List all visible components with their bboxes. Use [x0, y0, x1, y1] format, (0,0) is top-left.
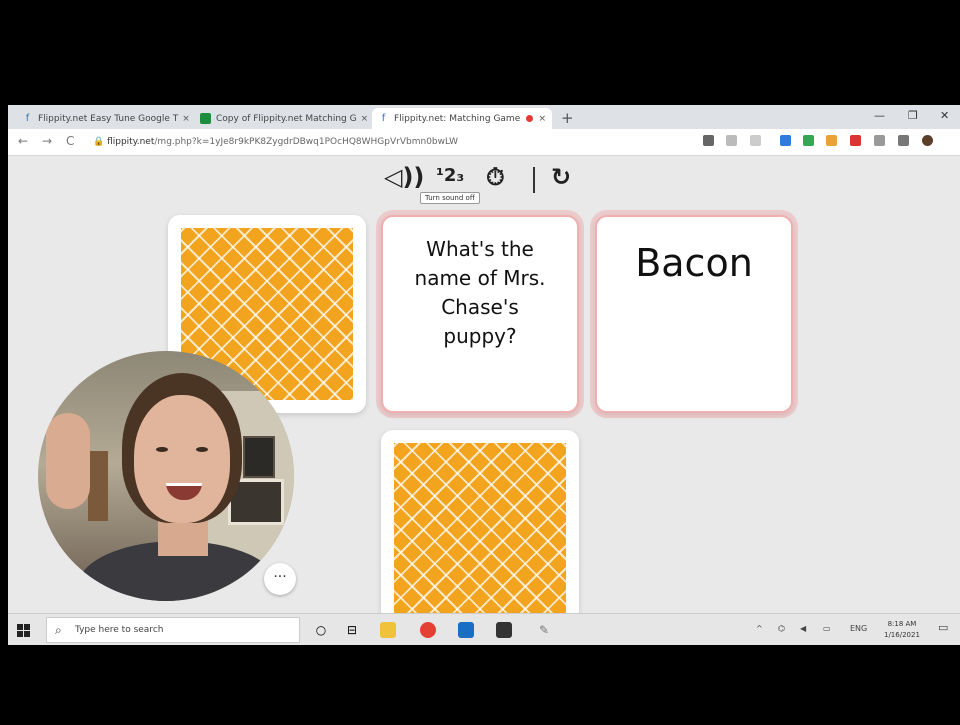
browser-toolbar: ← → C 🔒 flippity.net/mg.php?k=1yJe8r9kPK…: [8, 129, 960, 156]
tab-title: Copy of Flippity.net Matching G: [216, 113, 357, 124]
taskbar-clock[interactable]: 8:18 AM 1/16/2021: [884, 619, 920, 641]
show-numbers-icon[interactable]: ¹2₃: [436, 165, 464, 186]
restart-icon[interactable]: ↻: [551, 163, 571, 191]
close-tab-icon[interactable]: ×: [178, 114, 190, 124]
volume-icon[interactable]: ◀: [800, 624, 806, 633]
extension-icon[interactable]: [780, 135, 791, 146]
tray-chevron-icon[interactable]: ^: [756, 624, 763, 633]
extension-icon[interactable]: [850, 135, 861, 146]
search-placeholder: Type here to search: [75, 625, 164, 635]
file-explorer-icon[interactable]: [380, 622, 396, 638]
display-icon[interactable]: ▭: [823, 624, 831, 633]
lock-icon: 🔒: [93, 137, 108, 147]
url-host: flippity.net: [107, 137, 155, 147]
bookmark-star-icon[interactable]: [750, 135, 761, 146]
flippity-favicon-icon: f: [25, 113, 30, 124]
network-icon[interactable]: ⌬: [778, 624, 785, 633]
tab-title: Flippity.net: Matching Game: [394, 113, 521, 124]
address-bar[interactable]: 🔒 flippity.net/mg.php?k=1yJe8r9kPK8Zygdr…: [93, 133, 693, 151]
card-face-down[interactable]: [381, 430, 579, 628]
picture-frame: [243, 436, 275, 478]
url-path: /mg.php?k=1yJe8r9kPK8ZygdrDBwq1POcHQ8WHG…: [154, 137, 459, 147]
toolbar-divider: [533, 167, 535, 193]
notifications-icon[interactable]: ▭: [938, 621, 948, 634]
tooltip: Turn sound off: [420, 192, 480, 204]
taskbar-search-input[interactable]: ⌕ Type here to search: [46, 617, 300, 643]
presenter-eye: [156, 447, 168, 452]
extension-icon[interactable]: [803, 135, 814, 146]
presenter-face: [134, 395, 230, 523]
close-tab-icon[interactable]: ×: [534, 114, 546, 124]
bookshelf: [88, 451, 108, 521]
presenter-eye: [196, 447, 208, 452]
search-icon: ⌕: [55, 623, 62, 637]
chrome-icon[interactable]: [420, 622, 436, 638]
tab-flippity-easy-tune[interactable]: f Flippity.net Easy Tune Google T ×: [16, 108, 191, 129]
close-window-icon[interactable]: ✕: [940, 109, 949, 122]
cortana-icon[interactable]: ○: [313, 622, 329, 638]
reload-icon[interactable]: C: [66, 134, 74, 148]
windows-taskbar: ⌕ Type here to search ○ ⊟ ✎ ^ ⌬ ◀ ▭ ENG …: [8, 613, 960, 645]
screen-recording: f Flippity.net Easy Tune Google T × Copy…: [8, 105, 960, 645]
pinned-app-icon[interactable]: ✎: [536, 622, 552, 638]
webcam-overlay: [38, 351, 294, 601]
minimize-icon[interactable]: —: [874, 109, 885, 122]
extensions-puzzle-icon[interactable]: [898, 135, 909, 146]
zoom-icon[interactable]: [726, 135, 737, 146]
extension-icon[interactable]: [826, 135, 837, 146]
tab-copy-matching[interactable]: Copy of Flippity.net Matching G ×: [194, 108, 369, 129]
card-text: Bacon: [635, 241, 753, 285]
task-view-icon[interactable]: ⊟: [344, 622, 360, 638]
timer-icon[interactable]: ⏱: [486, 163, 505, 191]
language-indicator[interactable]: ENG: [850, 624, 867, 633]
card-back-pattern: [394, 443, 566, 615]
recording-dot-icon: [526, 115, 534, 122]
card-question[interactable]: What's the name of Mrs. Chase's puppy?: [381, 215, 579, 413]
windows-start-icon[interactable]: [17, 624, 30, 637]
new-tab-button[interactable]: +: [561, 109, 574, 127]
mail-icon[interactable]: [458, 622, 474, 638]
back-icon[interactable]: ←: [18, 134, 28, 148]
webcam-more-button[interactable]: ···: [264, 563, 296, 595]
presenter-hand: [46, 413, 90, 509]
forward-icon[interactable]: →: [42, 134, 52, 148]
browser-tab-strip: f Flippity.net Easy Tune Google T × Copy…: [8, 105, 960, 129]
sheets-favicon-icon: [200, 113, 211, 124]
store-icon[interactable]: [496, 622, 512, 638]
tab-matching-game[interactable]: f Flippity.net: Matching Game ×: [372, 108, 552, 129]
extension-icon[interactable]: [874, 135, 885, 146]
maximize-icon[interactable]: ❐: [908, 109, 918, 122]
tab-title: Flippity.net Easy Tune Google T: [38, 113, 179, 124]
flippity-favicon-icon: f: [381, 113, 386, 124]
card-text: What's the name of Mrs. Chase's puppy?: [414, 237, 546, 348]
clock-date: 1/16/2021: [884, 631, 920, 639]
clock-time: 8:18 AM: [887, 620, 917, 628]
close-tab-icon[interactable]: ×: [357, 114, 369, 124]
sound-toggle-icon[interactable]: ◁)): [384, 163, 424, 191]
extension-icon[interactable]: [703, 135, 714, 146]
profile-avatar-icon[interactable]: [922, 135, 933, 146]
card-answer[interactable]: Bacon: [595, 215, 793, 413]
